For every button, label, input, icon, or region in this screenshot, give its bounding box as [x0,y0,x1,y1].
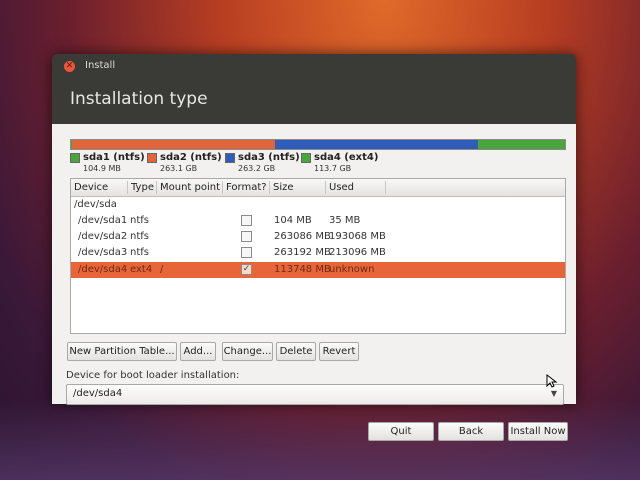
column-divider[interactable] [325,181,326,194]
column-divider[interactable] [127,181,128,194]
cell-used: unknown [329,264,375,275]
window-title: Install [85,60,116,71]
table-row-selected[interactable]: /dev/sda4 ext4 / ✓ 113748 MB unknown [71,262,565,278]
chevron-down-icon: ▼ [550,389,557,398]
column-divider[interactable] [156,181,157,194]
format-checkbox-checked[interactable]: ✓ [241,264,252,275]
delete-button[interactable]: Delete [276,342,316,361]
legend-swatch-icon [147,153,157,163]
cell-size: 104 MB [274,215,312,226]
table-row[interactable]: /dev/sda [71,197,565,213]
col-type[interactable]: Type [131,182,154,193]
bootloader-device-select[interactable]: /dev/sda4 ▼ [66,384,564,405]
content-panel: sda1 (ntfs) 104.9 MB sda2 (ntfs) 263.1 G… [52,124,576,441]
legend-swatch-icon [301,153,311,163]
column-divider[interactable] [222,181,223,194]
partition-bar-segment-3 [274,140,478,149]
add-button[interactable]: Add... [180,342,216,361]
col-device[interactable]: Device [74,182,108,193]
page-title: Installation type [70,89,208,109]
legend-size: 263.2 GB [238,164,276,173]
cell-used: 193068 MB [329,231,386,242]
partition-bar [70,139,566,150]
bootloader-label: Device for boot loader installation: [66,370,240,381]
cell-type: ext4 [130,264,153,275]
new-partition-table-button[interactable]: New Partition Table... [67,342,177,361]
legend-size: 263.1 GB [160,164,198,173]
legend-size: 104.9 MB [83,164,121,173]
revert-button[interactable]: Revert [319,342,359,361]
cell-used: 213096 MB [329,247,386,258]
partition-bar-segment-4 [477,140,565,149]
title-bar: ✕ Install [52,54,576,80]
legend-name: sda2 (ntfs) [160,152,222,163]
cell-used: 35 MB [329,215,361,226]
cell-device: /dev/sda1 [78,215,128,226]
change-button[interactable]: Change... [222,342,273,361]
cell-size: 263086 MB [274,231,331,242]
format-checkbox[interactable] [241,215,252,226]
format-checkbox[interactable] [241,247,252,258]
format-checkbox[interactable] [241,231,252,242]
legend-name: sda3 (ntfs) [238,152,300,163]
partition-table[interactable]: Device Type Mount point Format? Size Use… [70,178,566,334]
cell-device: /dev/sda3 [78,247,128,258]
table-row[interactable]: /dev/sda1 ntfs 104 MB 35 MB [71,213,565,229]
cell-type: ntfs [130,215,149,226]
legend-name: sda4 (ext4) [314,152,379,163]
cell-mount: / [160,264,164,275]
legend-name: sda1 (ntfs) [83,152,145,163]
partition-bar-segment-2 [71,140,275,149]
column-divider[interactable] [385,181,386,194]
cell-device: /dev/sda2 [78,231,128,242]
table-row[interactable]: /dev/sda3 ntfs 263192 MB 213096 MB [71,245,565,261]
col-mount[interactable]: Mount point [160,182,220,193]
installer-window: ✕ Install Installation type sda1 (ntfs) … [52,54,576,441]
column-divider[interactable] [269,181,270,194]
legend-size: 113.7 GB [314,164,352,173]
col-format[interactable]: Format? [226,182,267,193]
close-icon[interactable]: ✕ [64,61,75,72]
col-size[interactable]: Size [273,182,294,193]
bootloader-device-value: /dev/sda4 [73,388,123,399]
mouse-pointer-icon [546,374,558,388]
table-header: Device Type Mount point Format? Size Use… [71,179,565,197]
table-row[interactable]: /dev/sda2 ntfs 263086 MB 193068 MB [71,229,565,245]
cell-size: 113748 MB [274,264,331,275]
cell-type: ntfs [130,247,149,258]
legend-swatch-icon [225,153,235,163]
install-now-button[interactable]: Install Now [508,422,568,441]
cell-device: /dev/sda [74,199,117,210]
col-used[interactable]: Used [329,182,354,193]
quit-button[interactable]: Quit [368,422,434,441]
back-button[interactable]: Back [438,422,504,441]
cell-size: 263192 MB [274,247,331,258]
cell-device: /dev/sda4 [78,264,128,275]
legend-swatch-icon [70,153,80,163]
cell-type: ntfs [130,231,149,242]
